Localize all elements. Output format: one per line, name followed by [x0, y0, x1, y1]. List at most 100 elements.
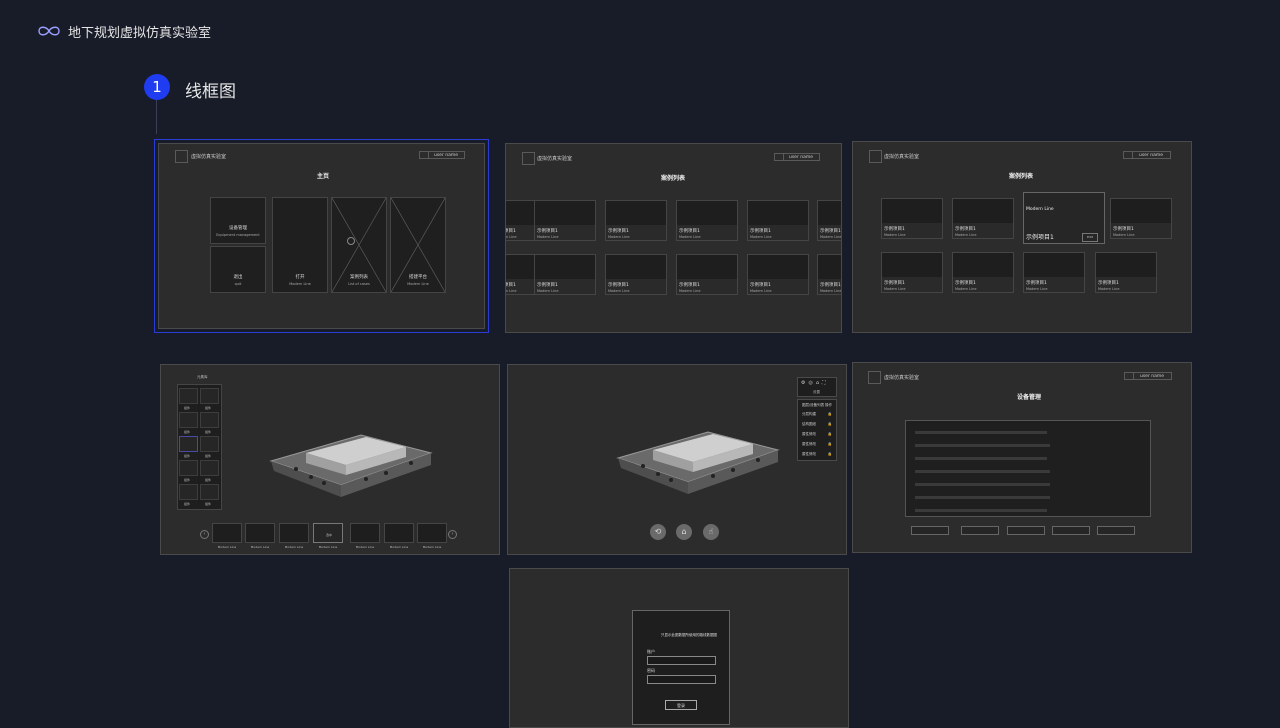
wireframe-login[interactable]: 只显示此图数据所使用的路线数据图 账户 密码 登录 [509, 568, 849, 728]
carousel-prev-button[interactable]: ‹ [200, 530, 209, 539]
case-subtitle: Modern Line [884, 233, 906, 237]
lock-icon[interactable]: 🔒 [828, 412, 832, 416]
case-subtitle: Modern Line [1113, 233, 1135, 237]
element-slot[interactable] [200, 436, 219, 452]
user-name-box[interactable]: user name [419, 151, 465, 159]
login-button[interactable]: 登录 [665, 700, 697, 710]
layer-row[interactable]: 分层构建 🔒 [802, 412, 832, 417]
layer-row[interactable]: 属性修改 🔒 [802, 452, 832, 457]
case-card[interactable]: 示例项目1Modern Line [952, 252, 1014, 293]
password-input[interactable] [647, 675, 716, 684]
tile-sub-label: quit [234, 282, 242, 286]
account-input[interactable] [647, 656, 716, 665]
wireframe-device-management[interactable]: 虚拟仿真实验室 user name 设备管理 [852, 362, 1192, 553]
case-card[interactable]: 示例项目1Modern Line [1095, 252, 1157, 293]
hover-case-card[interactable]: Modern Line 示例项目1 Edit [1023, 192, 1105, 244]
case-thumbnail [953, 199, 1013, 224]
case-thumbnail [882, 253, 942, 278]
home-button[interactable]: ⌂ [676, 524, 692, 540]
scene-thumbnail[interactable] [279, 523, 309, 543]
scene-thumbnail[interactable] [245, 523, 275, 543]
user-name-box[interactable]: user name [1124, 372, 1172, 380]
scene-thumbnail[interactable] [212, 523, 242, 543]
case-thumbnail [1111, 199, 1171, 224]
element-slot[interactable] [179, 484, 198, 500]
element-slot[interactable] [200, 412, 219, 428]
toolbar-icons[interactable]: ⚙◎⌂⛶ [801, 380, 829, 386]
case-subtitle: Modern Line [505, 235, 517, 239]
element-slot[interactable] [200, 484, 219, 500]
case-card[interactable]: 示例项目1Modern Line [881, 198, 943, 239]
layer-row[interactable]: 属性修改 🔒 [802, 442, 832, 447]
edit-button[interactable]: Edit [1082, 233, 1098, 242]
user-name-box[interactable]: user name [774, 153, 820, 161]
tile-sub-label: Modern Line [407, 282, 429, 286]
scene-thumbnail[interactable]: 选中 [313, 523, 343, 543]
layer-row[interactable]: 结构图纸 🔒 [802, 422, 832, 427]
case-subtitle: Modern Line [955, 233, 977, 237]
case-card[interactable]: 示例项目1Modern Line [747, 200, 809, 241]
case-card[interactable]: 示例项目1Modern Line [605, 254, 667, 295]
device-list-row [915, 444, 1050, 447]
lock-icon[interactable]: 🔒 [828, 432, 832, 436]
case-thumbnail [1096, 253, 1156, 278]
device-action-button[interactable] [961, 526, 999, 535]
device-action-button[interactable] [1052, 526, 1090, 535]
case-card[interactable]: 示例项目1Modern Line [534, 254, 596, 295]
tile-build-platform[interactable]: 搭建平台 Modern Line [390, 197, 446, 293]
element-slot[interactable] [200, 388, 219, 404]
case-card[interactable]: 示例项目1Modern Line [817, 254, 841, 295]
carousel-next-button[interactable]: › [448, 530, 457, 539]
tile-quit[interactable]: 退出 quit [210, 246, 266, 293]
cursor-icon [347, 237, 355, 245]
scene-thumbnail[interactable] [384, 523, 414, 543]
lock-icon[interactable]: 🔒 [828, 422, 832, 426]
element-slot[interactable] [179, 436, 198, 452]
scene-thumbnail[interactable] [417, 523, 447, 543]
wireframe-case-list[interactable]: 虚拟仿真实验室 user name 案例列表 示例项目1Modern Line示… [505, 143, 842, 333]
case-card[interactable]: 示例项目1Modern Line [676, 200, 738, 241]
scene-thumbnail[interactable] [350, 523, 380, 543]
case-title: 示例项目1 [820, 229, 841, 234]
wireframe-viewer[interactable]: ⚙◎⌂⛶ 设置 图层/设备列表 操作 分层构建 🔒 结构图纸 🔒 属性修改 🔒 属性修改 🔒 属性… [507, 364, 847, 555]
brand-label: 虚拟仿真实验室 [884, 154, 920, 160]
device-action-button[interactable] [911, 526, 949, 535]
case-card[interactable]: 示例项目1Modern Line [676, 254, 738, 295]
case-card[interactable]: 示例项目1Modern Line [817, 200, 841, 241]
scene-thumbnail-label: Modern Line [217, 545, 237, 549]
case-card[interactable]: 示例项目1Modern Line [605, 200, 667, 241]
case-title: 示例项目1 [537, 229, 558, 234]
case-thumbnail [818, 201, 841, 226]
case-card[interactable]: 示例项目1Modern Line [1023, 252, 1085, 293]
element-slot[interactable] [179, 460, 198, 476]
element-slot-label: 组件 [205, 430, 212, 434]
case-card[interactable]: 示例项目1Modern Line [1110, 198, 1172, 239]
walk-button[interactable]: ☝ [703, 524, 719, 540]
case-card[interactable]: 示例项目1Modern Line [747, 254, 809, 295]
element-slot[interactable] [200, 460, 219, 476]
case-subtitle: Modern Line [1098, 287, 1120, 291]
tile-case-list[interactable]: 案例列表 List of cases [331, 197, 387, 293]
element-slot[interactable] [179, 412, 198, 428]
case-subtitle: Modern Line [679, 235, 701, 239]
element-slot[interactable] [179, 388, 198, 404]
case-card[interactable]: 示例项目1Modern Line [952, 198, 1014, 239]
case-thumbnail [748, 255, 808, 280]
case-thumbnail [748, 201, 808, 226]
case-subtitle: Modern Line [1026, 287, 1048, 291]
wireframe-home[interactable]: 虚拟仿真实验室 user name 主页 设备管理 Equipment manag… [154, 139, 489, 333]
lock-icon[interactable]: 🔒 [828, 452, 832, 456]
case-card[interactable]: 示例项目1Modern Line [534, 200, 596, 241]
user-name-box[interactable]: user name [1123, 151, 1171, 159]
wireframe-case-list-hover[interactable]: 虚拟仿真实验室 user name 案例列表 示例项目1 Modern Line 示… [852, 141, 1192, 333]
case-title: 示例项目1 [608, 283, 629, 288]
layer-row[interactable]: 属性修改 🔒 [802, 432, 832, 437]
device-action-button[interactable] [1097, 526, 1135, 535]
case-card[interactable]: 示例项目1Modern Line [881, 252, 943, 293]
rotate-button[interactable]: ⟲ [650, 524, 666, 540]
tile-open[interactable]: 打开 Modern Line [272, 197, 328, 293]
tile-equipment-management[interactable]: 设备管理 Equipment management [210, 197, 266, 244]
lock-icon[interactable]: 🔒 [828, 442, 832, 446]
wireframe-scene-editor[interactable]: 元素库 组件 组件 组件 组件 组件 组件 组件 组件 组件 组件 ‹ Modern Line Mo… [160, 364, 500, 555]
device-action-button[interactable] [1007, 526, 1045, 535]
